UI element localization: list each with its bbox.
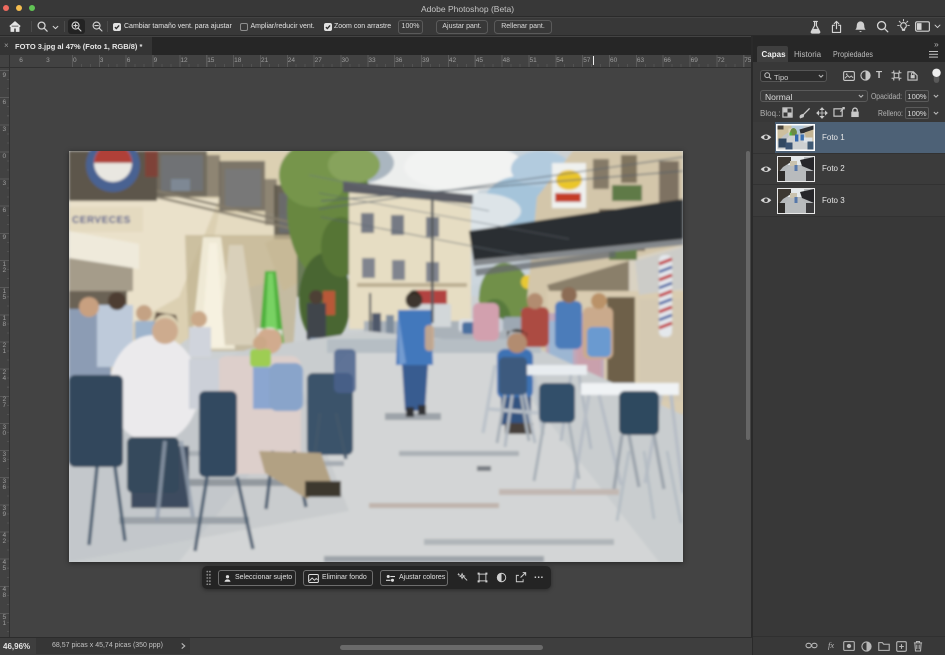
svg-text:CERVECES: CERVECES [72,215,131,226]
